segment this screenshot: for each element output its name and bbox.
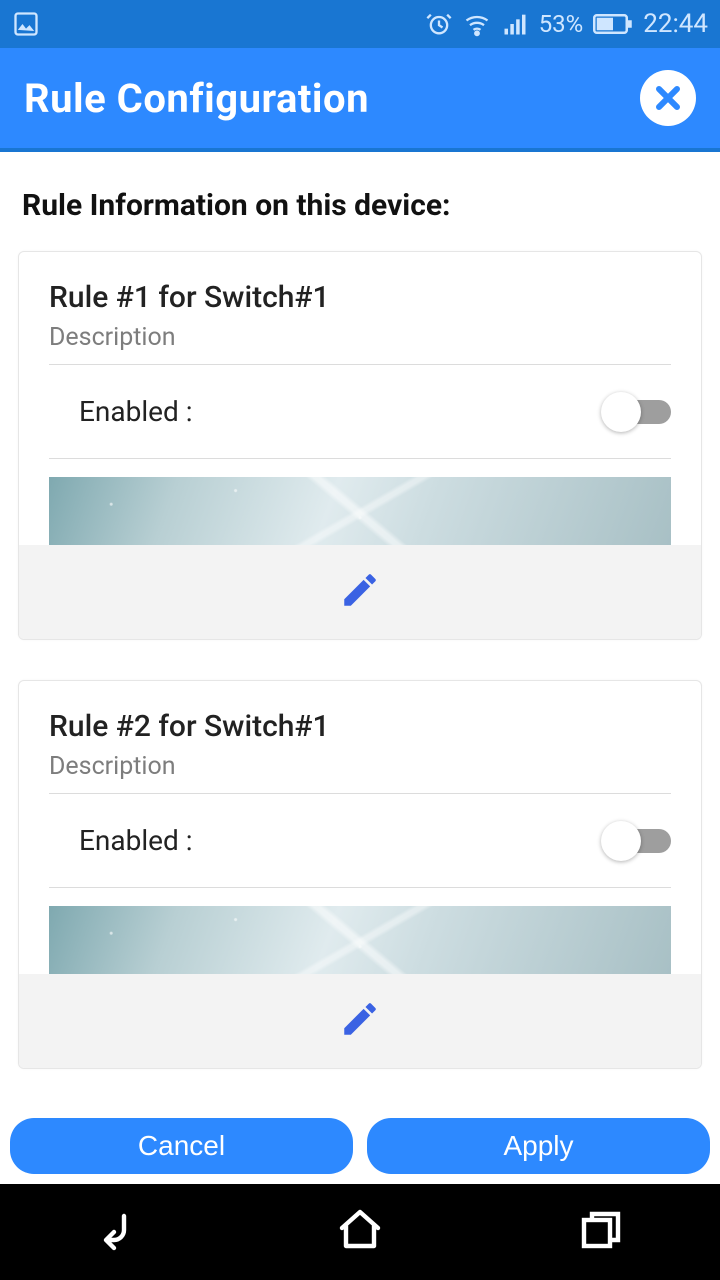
alarm-icon: [425, 10, 453, 38]
rule-description: Description: [49, 752, 671, 781]
main-content: Rule Information on this device: Rule #1…: [0, 152, 720, 1114]
pencil-icon: [339, 998, 381, 1044]
enabled-toggle[interactable]: [605, 829, 671, 853]
rule-description: Description: [49, 323, 671, 352]
edit-button[interactable]: [19, 974, 701, 1068]
edit-button[interactable]: [19, 545, 701, 639]
enabled-label: Enabled :: [79, 395, 193, 428]
back-icon: [96, 1206, 144, 1258]
battery-percentage: 53%: [539, 10, 584, 38]
rule-banner-image: [49, 906, 671, 974]
enabled-label: Enabled :: [79, 824, 193, 857]
recents-icon: [576, 1206, 624, 1258]
rule-banner-image: [49, 477, 671, 545]
apply-button[interactable]: Apply: [367, 1118, 710, 1174]
divider: [49, 887, 671, 888]
rule-title: Rule #2 for Switch#1: [49, 709, 671, 744]
signal-icon: [501, 10, 529, 38]
home-button[interactable]: [240, 1184, 480, 1280]
action-buttons: Cancel Apply: [0, 1114, 720, 1184]
rule-card: Rule #1 for Switch#1 Description Enabled…: [18, 251, 702, 640]
divider: [49, 458, 671, 459]
page-title: Rule Configuration: [24, 75, 369, 122]
gallery-icon: [12, 10, 40, 38]
rule-title: Rule #1 for Switch#1: [49, 280, 671, 315]
system-nav-bar: [0, 1184, 720, 1280]
recents-button[interactable]: [480, 1184, 720, 1280]
battery-icon: [593, 10, 633, 38]
back-button[interactable]: [0, 1184, 240, 1280]
section-title: Rule Information on this device:: [22, 188, 698, 223]
cancel-button[interactable]: Cancel: [10, 1118, 353, 1174]
app-bar: Rule Configuration: [0, 48, 720, 152]
wifi-icon: [463, 10, 491, 38]
rule-card: Rule #2 for Switch#1 Description Enabled…: [18, 680, 702, 1069]
status-bar: 53% 22:44: [0, 0, 720, 48]
clock-time: 22:44: [643, 9, 708, 39]
pencil-icon: [339, 569, 381, 615]
enabled-toggle[interactable]: [605, 400, 671, 424]
close-button[interactable]: [640, 70, 696, 126]
home-icon: [336, 1206, 384, 1258]
